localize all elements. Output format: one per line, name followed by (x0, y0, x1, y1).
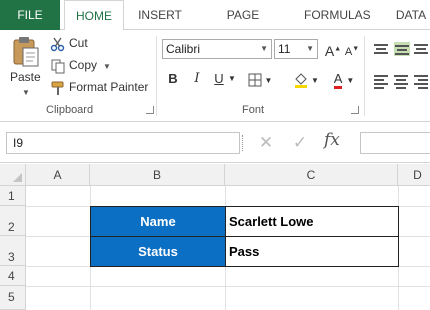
cell-b3[interactable]: Status (90, 236, 226, 267)
cut-label: Cut (69, 36, 88, 50)
copy-label: Copy (69, 58, 98, 72)
tab-page-layout[interactable]: PAGE LAYOUT (204, 0, 282, 52)
cell-c3[interactable]: Pass (225, 236, 399, 267)
cell-c2[interactable]: Scarlett Lowe (225, 206, 399, 237)
clipboard-group-label: Clipboard (46, 104, 94, 116)
font-name-value: Calibri (166, 42, 201, 56)
font-group-label: Font (242, 104, 265, 116)
underline-button[interactable]: U (212, 69, 226, 89)
tab-home[interactable]: HOME (64, 0, 124, 31)
shrink-font-icon: A▼ (344, 45, 360, 58)
chevron-down-icon[interactable]: ▼ (22, 88, 30, 97)
column-header-a[interactable]: A (26, 164, 90, 186)
borders-button[interactable]: ▼ (246, 69, 274, 89)
name-box[interactable]: I9 (6, 132, 240, 154)
cut-button[interactable]: Cut (50, 34, 88, 52)
tab-insert[interactable]: INSERT (138, 0, 182, 30)
align-bottom-icon[interactable] (414, 42, 430, 56)
font-launcher-icon[interactable] (351, 106, 359, 114)
gridline (26, 286, 430, 287)
shrink-font-button[interactable]: A▼ (344, 39, 360, 59)
bold-button[interactable]: B (166, 69, 180, 89)
column-header-c[interactable]: C (225, 164, 398, 186)
font-size-value: 11 (278, 42, 291, 56)
font-name-select[interactable]: Calibri ▼ (162, 39, 272, 59)
select-all-icon (13, 173, 22, 182)
align-right-icon[interactable] (414, 74, 430, 89)
enter-icon[interactable]: ✓ (288, 132, 312, 154)
chevron-down-icon: ▼ (346, 76, 355, 85)
group-divider (364, 36, 365, 116)
clipboard-launcher-icon[interactable] (146, 106, 154, 114)
column-header-b[interactable]: B (90, 164, 225, 186)
formula-bar: I9 ✕ ✓ fx (0, 123, 430, 163)
tab-formulas[interactable]: FORMULAS (304, 0, 371, 30)
italic-button[interactable]: I (190, 69, 204, 89)
chevron-down-icon: ▼ (311, 76, 319, 85)
cancel-icon[interactable]: ✕ (254, 132, 278, 154)
chevron-down-icon: ▼ (264, 76, 273, 85)
ribbon-home-panel: Paste ▼ Cut Copy ▼ Format Painter Clipboa… (0, 30, 430, 122)
format-painter-icon (51, 81, 64, 95)
paint-bucket-icon (295, 72, 308, 88)
chevron-down-icon: ▼ (306, 44, 314, 53)
tab-data[interactable]: DATA (392, 0, 430, 30)
row-header-5[interactable]: 5 (0, 286, 26, 310)
cell-b2[interactable]: Name (90, 206, 226, 237)
row-header-4[interactable]: 4 (0, 266, 26, 286)
copy-button[interactable]: Copy ▼ (50, 56, 111, 74)
align-middle-icon[interactable] (394, 42, 410, 56)
select-all-corner[interactable] (0, 164, 26, 186)
format-painter-button[interactable]: Format Painter (50, 78, 148, 96)
format-painter-label: Format Painter (69, 80, 149, 94)
row-header-2[interactable]: 2 (0, 206, 26, 236)
formula-input[interactable] (360, 132, 430, 154)
column-header-d[interactable]: D (398, 164, 430, 186)
align-top-icon[interactable] (374, 42, 390, 56)
font-color-button[interactable]: A ▼ (330, 69, 358, 89)
paste-label: Paste (10, 70, 41, 84)
align-left-icon[interactable] (374, 74, 390, 89)
paste-icon (13, 37, 39, 67)
grow-font-button[interactable]: A▲ (324, 39, 342, 59)
tab-file[interactable]: FILE (0, 0, 60, 30)
row-header-1[interactable]: 1 (0, 186, 26, 206)
paste-button[interactable]: Paste ▼ (6, 34, 46, 100)
scissors-icon (50, 37, 65, 52)
font-color-icon: A (333, 72, 343, 89)
insert-function-icon[interactable]: fx (324, 130, 340, 150)
chevron-down-icon[interactable]: ▼ (103, 62, 111, 71)
group-divider (156, 36, 157, 116)
fill-color-button[interactable]: ▼ (292, 69, 320, 89)
copy-icon (51, 59, 65, 74)
font-size-select[interactable]: 11 ▼ (274, 39, 318, 59)
chevron-down-icon[interactable]: ▼ (228, 69, 236, 89)
ribbon-tabbar: FILE HOME INSERT PAGE LAYOUT FORMULAS DA… (0, 0, 430, 52)
borders-icon (248, 73, 262, 87)
row-header-3[interactable]: 3 (0, 236, 26, 266)
worksheet-grid[interactable]: A B C D 1 2 3 4 5 Name Scarlett Lowe Sta… (0, 164, 430, 310)
align-center-icon[interactable] (394, 74, 410, 89)
chevron-down-icon: ▼ (260, 44, 268, 53)
formula-bar-grip[interactable] (242, 135, 244, 151)
grow-font-icon: A▲ (324, 42, 342, 59)
